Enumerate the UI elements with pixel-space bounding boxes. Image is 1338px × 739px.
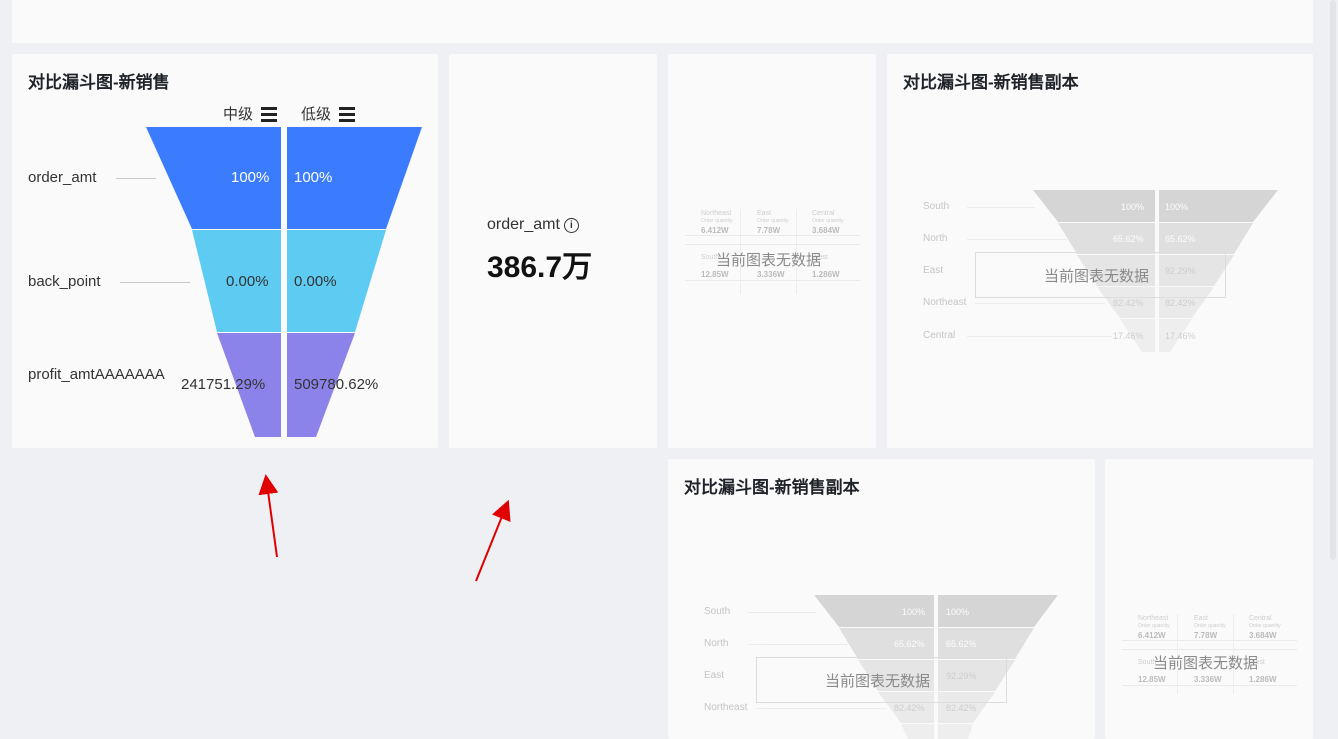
annotation-arrow	[258, 474, 279, 558]
annotation-arrows	[258, 474, 511, 582]
annotation-arrow	[475, 499, 511, 582]
